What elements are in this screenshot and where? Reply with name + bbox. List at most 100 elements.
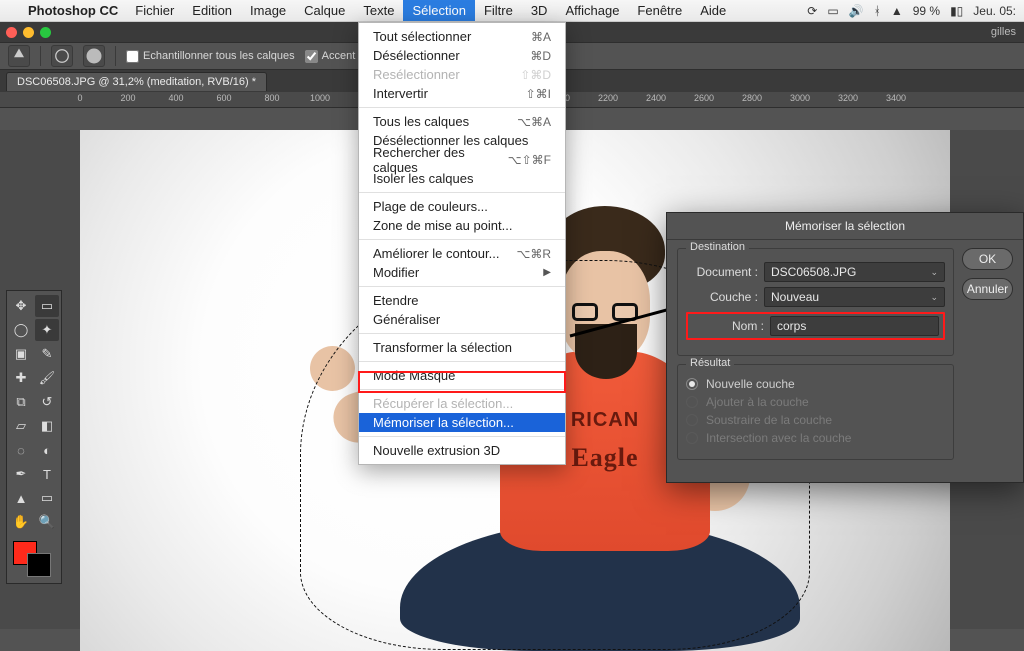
menu-aide[interactable]: Aide <box>691 0 735 21</box>
ruler-mark: 200 <box>120 93 135 103</box>
result-group: Résultat Nouvelle couche Ajouter à la co… <box>677 364 954 460</box>
crop-tool-icon[interactable]: ▣ <box>9 343 33 365</box>
ruler-mark: 3000 <box>790 93 810 103</box>
eraser-tool-icon[interactable]: ▱ <box>9 415 33 437</box>
menu-item[interactable]: Etendre <box>359 291 565 310</box>
user-label: gilles <box>991 26 1016 38</box>
pen-tool-icon[interactable]: ✒ <box>9 463 33 485</box>
menu-3d[interactable]: 3D <box>522 0 557 21</box>
menu-item[interactable]: Isoler les calques <box>359 169 565 188</box>
document-label: Document : <box>686 265 758 279</box>
brush-size-icon[interactable] <box>51 45 73 67</box>
save-selection-dialog: Mémoriser la sélection Destination Docum… <box>666 212 1024 483</box>
status-area: ⟳ ▭ 🔊 ᚼ ▲ 99 % ▮▯ Jeu. 05: <box>807 4 1024 18</box>
ruler-mark: 1000 <box>310 93 330 103</box>
layer-label: Couche : <box>686 290 758 304</box>
accent-checkbox[interactable]: Accent <box>305 50 356 63</box>
name-input[interactable] <box>770 316 939 336</box>
display-icon: ▭ <box>827 4 838 18</box>
tool-palette: ✥ ▭ ◯ ✦ ▣ ✎ ✚ 🖌 ⧉ ↺ ▱ ◧ ◌ ◐ ✒ T ▲ ▭ ✋ 🔍 <box>6 290 62 584</box>
ruler-mark: 600 <box>216 93 231 103</box>
traffic-min[interactable] <box>23 27 34 38</box>
menu-affichage[interactable]: Affichage <box>556 0 628 21</box>
selection-dropdown-menu: Tout sélectionner⌘ADésélectionner⌘DResél… <box>358 22 566 465</box>
cancel-button[interactable]: Annuler <box>962 278 1013 300</box>
document-tab[interactable]: DSC06508.JPG @ 31,2% (meditation, RVB/16… <box>6 72 267 91</box>
name-row-highlight: Nom : <box>686 312 945 340</box>
hand-tool-icon[interactable]: ✋ <box>9 511 33 533</box>
brush-hard-icon[interactable] <box>83 45 105 67</box>
blur-tool-icon[interactable]: ◌ <box>9 439 33 461</box>
chevron-down-icon: ⌄ <box>930 292 938 303</box>
menu-fichier[interactable]: Fichier <box>126 0 183 21</box>
ruler-mark: 2600 <box>694 93 714 103</box>
healing-tool-icon[interactable]: ✚ <box>9 367 33 389</box>
menu-item[interactable]: Transformer la sélection <box>359 338 565 357</box>
name-label: Nom : <box>692 319 764 333</box>
menu-item[interactable]: Zone de mise au point... <box>359 216 565 235</box>
battery-text: 99 % <box>913 4 940 18</box>
ok-button[interactable]: OK <box>962 248 1013 270</box>
radio-new-channel[interactable]: Nouvelle couche <box>686 377 945 391</box>
move-tool-icon[interactable]: ✥ <box>9 295 33 317</box>
menu-filtre[interactable]: Filtre <box>475 0 522 21</box>
lasso-tool-icon[interactable]: ◯ <box>9 319 33 341</box>
menu-item: Récupérer la sélection... <box>359 394 565 413</box>
ruler-mark: 3400 <box>886 93 906 103</box>
menu-item[interactable]: Améliorer le contour...⌥⌘R <box>359 244 565 263</box>
tool-preset-icon[interactable] <box>8 45 30 67</box>
app-name[interactable]: Photoshop CC <box>20 3 126 18</box>
ruler-mark: 2400 <box>646 93 666 103</box>
ruler-mark: 2200 <box>598 93 618 103</box>
menu-item[interactable]: Plage de couleurs... <box>359 197 565 216</box>
sample-all-layers-checkbox[interactable]: Echantillonner tous les calques <box>126 50 295 63</box>
menu-item[interactable]: Mode Masque <box>359 366 565 385</box>
volume-icon: 🔊 <box>849 4 864 18</box>
menu-image[interactable]: Image <box>241 0 295 21</box>
zoom-tool-icon[interactable]: 🔍 <box>35 511 59 533</box>
stamp-tool-icon[interactable]: ⧉ <box>9 391 33 413</box>
menu-fenetre[interactable]: Fenêtre <box>628 0 691 21</box>
menu-item[interactable]: Nouvelle extrusion 3D <box>359 441 565 460</box>
destination-group: Destination Document : DSC06508.JPG⌄ Cou… <box>677 248 954 356</box>
chevron-down-icon: ⌄ <box>930 267 938 278</box>
ruler-mark: 2800 <box>742 93 762 103</box>
menu-texte[interactable]: Texte <box>354 0 403 21</box>
menu-item[interactable]: Modifier▶ <box>359 263 565 282</box>
menu-item[interactable]: Désélectionner⌘D <box>359 46 565 65</box>
color-swatches[interactable] <box>9 539 59 579</box>
menu-item[interactable]: Mémoriser la sélection... <box>359 413 565 432</box>
gradient-tool-icon[interactable]: ◧ <box>35 415 59 437</box>
radio-intersect-channel: Intersection avec la couche <box>686 431 945 445</box>
menu-item[interactable]: Tout sélectionner⌘A <box>359 27 565 46</box>
path-select-tool-icon[interactable]: ▲ <box>9 487 33 509</box>
shape-tool-icon[interactable]: ▭ <box>35 487 59 509</box>
eyedropper-tool-icon[interactable]: ✎ <box>35 343 59 365</box>
background-swatch[interactable] <box>27 553 51 577</box>
menu-item: Resélectionner⇧⌘D <box>359 65 565 84</box>
quick-select-tool-icon[interactable]: ✦ <box>35 319 59 341</box>
sync-icon: ⟳ <box>807 4 817 18</box>
clock: Jeu. 05: <box>973 4 1016 18</box>
menu-item[interactable]: Rechercher des calques⌥⇧⌘F <box>359 150 565 169</box>
menu-selection[interactable]: Sélection <box>403 0 474 21</box>
ruler-mark: 0 <box>77 93 82 103</box>
bluetooth-icon: ᚼ <box>874 4 881 18</box>
ruler-mark: 800 <box>264 93 279 103</box>
radio-add-channel: Ajouter à la couche <box>686 395 945 409</box>
history-brush-tool-icon[interactable]: ↺ <box>35 391 59 413</box>
menu-item[interactable]: Tous les calques⌥⌘A <box>359 112 565 131</box>
menu-item[interactable]: Intervertir⇧⌘I <box>359 84 565 103</box>
marquee-tool-icon[interactable]: ▭ <box>35 295 59 317</box>
brush-tool-icon[interactable]: 🖌 <box>35 367 59 389</box>
ruler-mark: 3200 <box>838 93 858 103</box>
dodge-tool-icon[interactable]: ◐ <box>35 439 59 461</box>
traffic-close[interactable] <box>6 27 17 38</box>
menu-item[interactable]: Généraliser <box>359 310 565 329</box>
traffic-max[interactable] <box>40 27 51 38</box>
menu-edition[interactable]: Edition <box>183 0 241 21</box>
type-tool-icon[interactable]: T <box>35 463 59 485</box>
layer-select[interactable]: Nouveau⌄ <box>764 287 945 307</box>
document-select[interactable]: DSC06508.JPG⌄ <box>764 262 945 282</box>
menu-calque[interactable]: Calque <box>295 0 354 21</box>
